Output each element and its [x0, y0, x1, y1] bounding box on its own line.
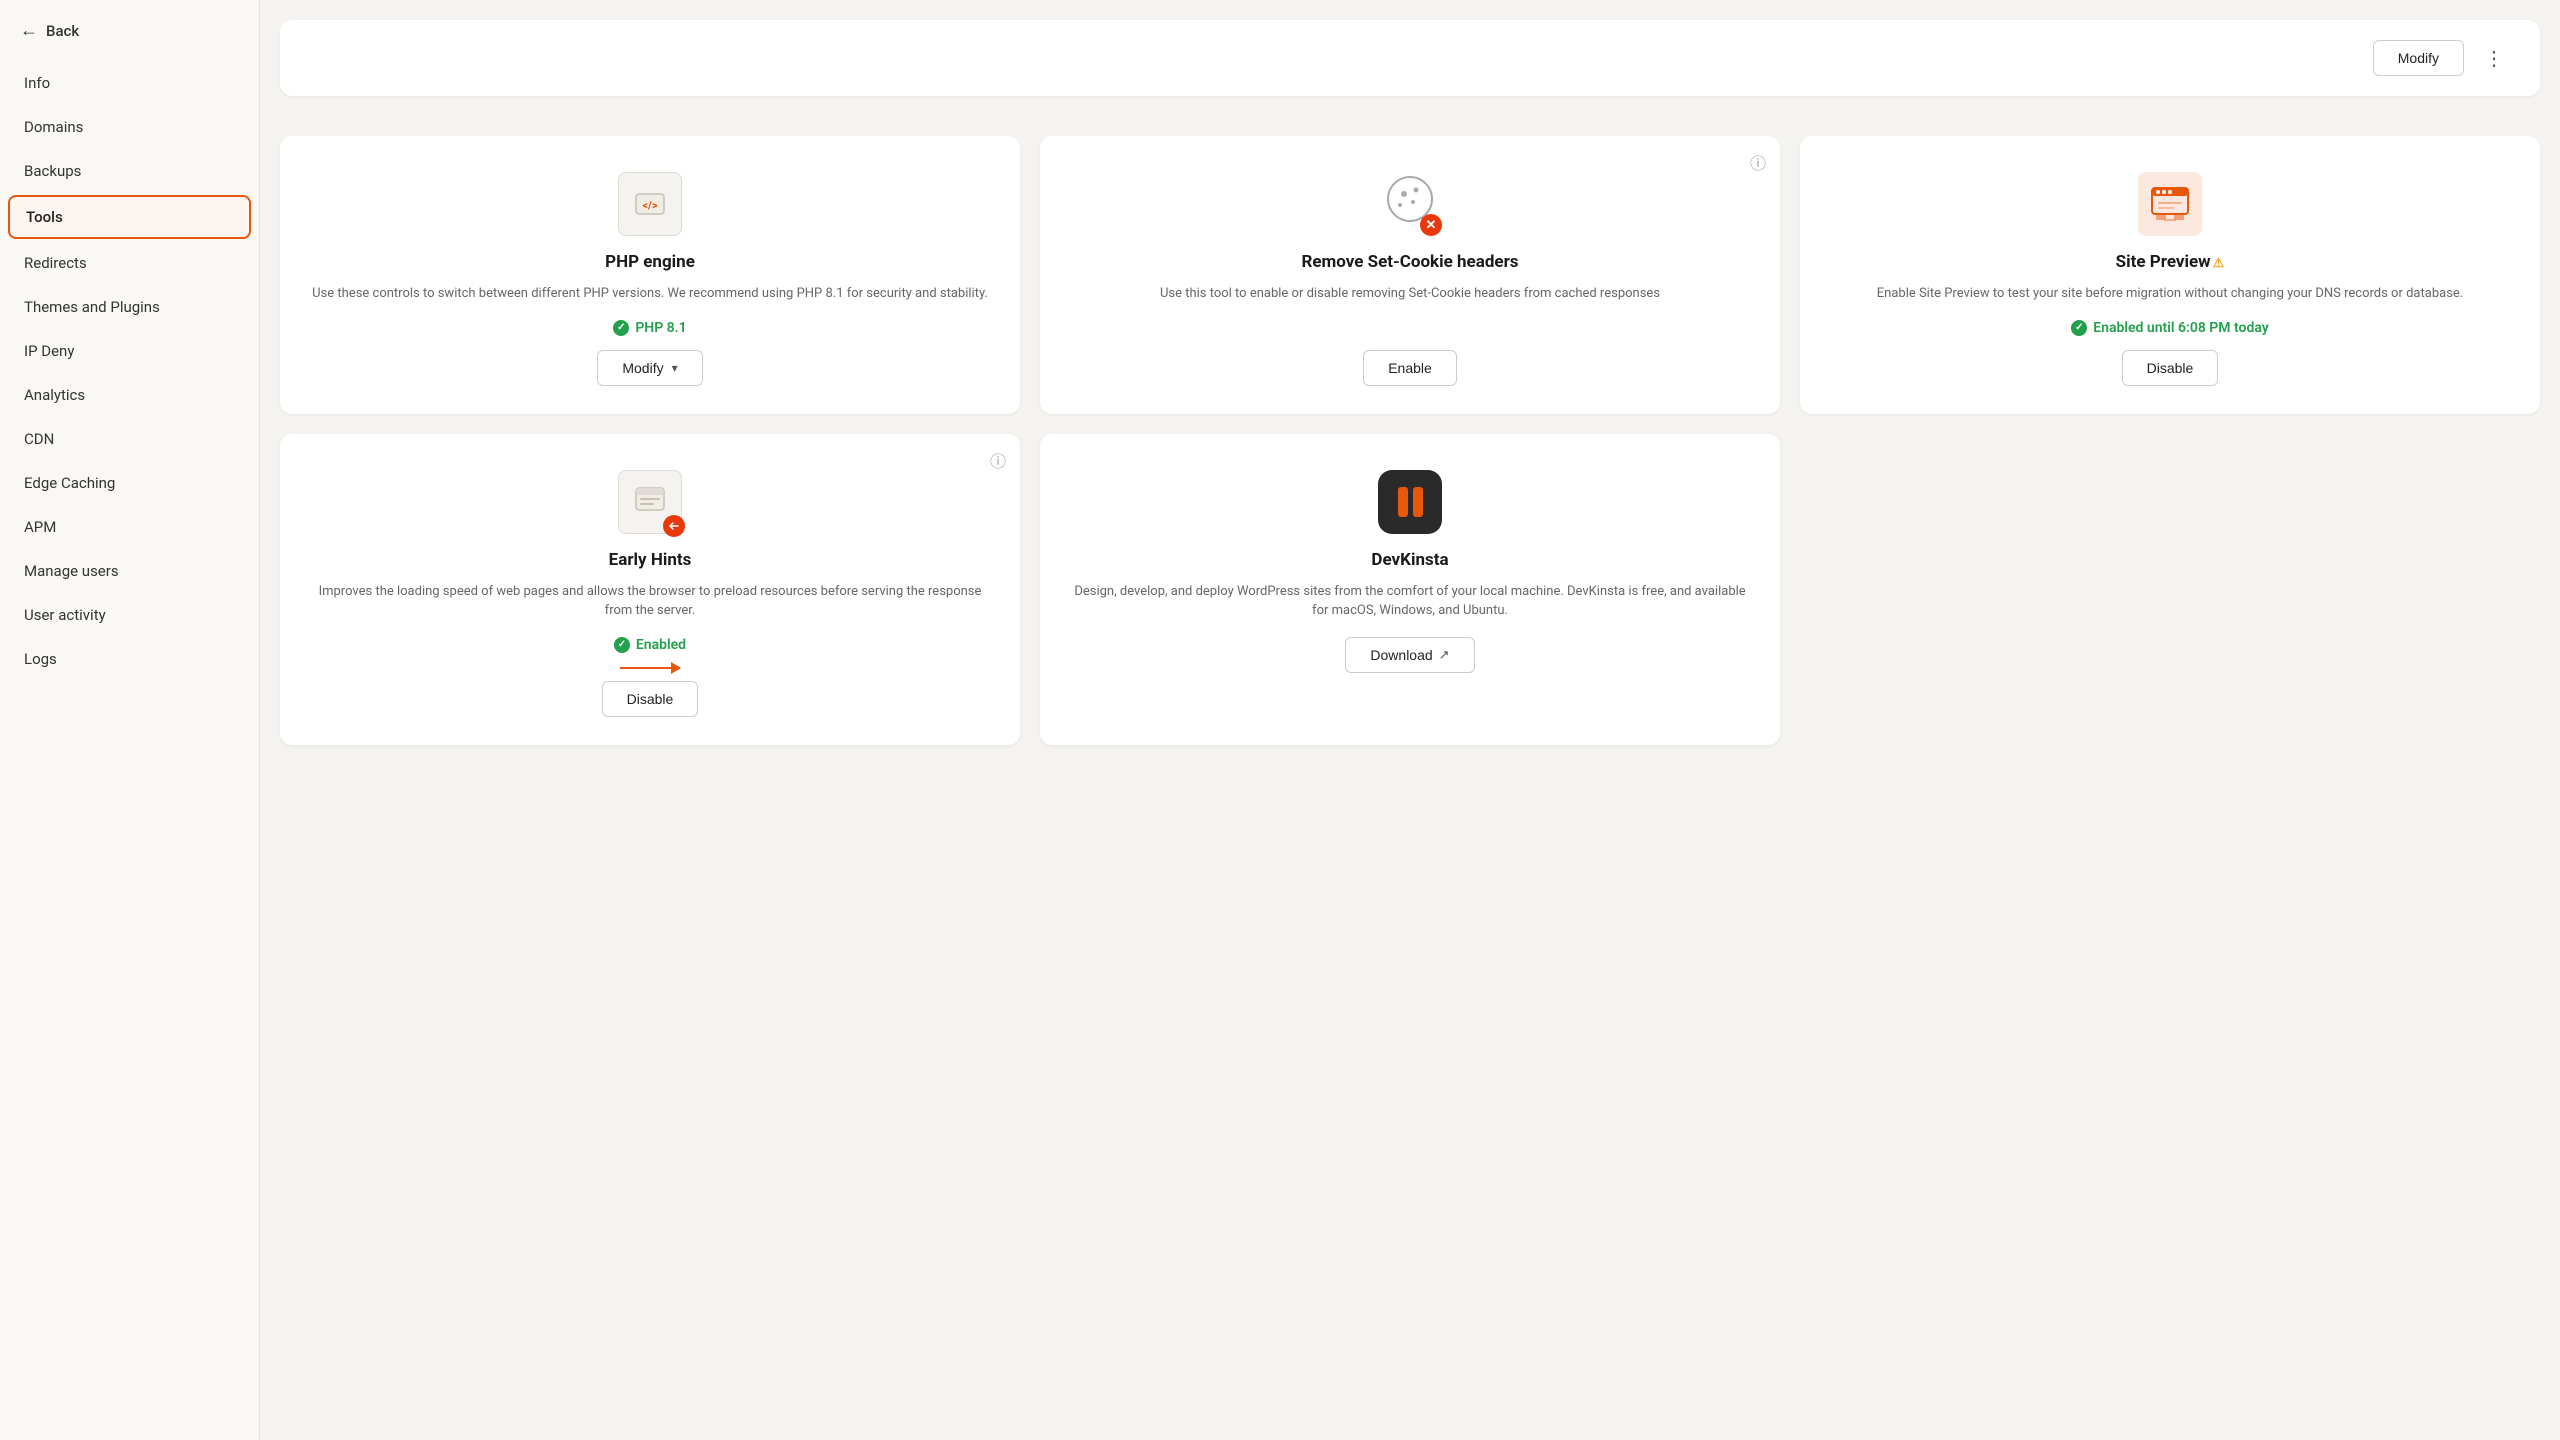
sidebar-item-manage-users[interactable]: Manage users — [0, 549, 259, 593]
sidebar-nav: InfoDomainsBackupsToolsRedirectsThemes a… — [0, 57, 259, 685]
sidebar-item-edge-caching[interactable]: Edge Caching — [0, 461, 259, 505]
top-card: Modify ⋮ — [280, 20, 2540, 96]
cookie-info-icon[interactable]: ⓘ — [1750, 150, 1766, 174]
top-modify-button[interactable]: Modify — [2373, 40, 2464, 76]
site-preview-desc: Enable Site Preview to test your site be… — [1877, 284, 2463, 304]
devkinsta-desc: Design, develop, and deploy WordPress si… — [1068, 582, 1752, 621]
php-status-dot — [613, 320, 629, 336]
sidebar-item-user-activity[interactable]: User activity — [0, 593, 259, 637]
main-content: Modify ⋮ </> PHP engine Use these contro… — [260, 0, 2560, 1440]
cards-grid: </> PHP engine Use these controls to swi… — [260, 116, 2560, 765]
arrow-line — [620, 667, 680, 669]
php-modify-button[interactable]: Modify ▾ — [597, 350, 702, 386]
devkinsta-icon — [1378, 470, 1442, 534]
sidebar-item-info[interactable]: Info — [0, 61, 259, 105]
cookie-icon-wrap: ✕ — [1378, 172, 1442, 236]
sidebar-item-tools[interactable]: Tools — [8, 195, 251, 239]
php-engine-title: PHP engine — [605, 252, 695, 272]
php-engine-icon: </> — [618, 172, 682, 236]
early-hints-red-icon — [663, 515, 685, 537]
php-engine-desc: Use these controls to switch between dif… — [312, 284, 988, 304]
site-preview-icon — [2138, 172, 2202, 236]
site-preview-status-dot — [2071, 320, 2087, 336]
early-hints-icon — [618, 470, 682, 534]
arrow-indicator — [620, 667, 680, 669]
sidebar-item-redirects[interactable]: Redirects — [0, 241, 259, 285]
early-hints-status-text: Enabled — [636, 637, 686, 653]
sidebar-item-ip-deny[interactable]: IP Deny — [0, 329, 259, 373]
early-hints-info-icon[interactable]: ⓘ — [990, 448, 1006, 472]
early-hints-status: Enabled — [614, 637, 686, 653]
early-hints-status-dot — [614, 637, 630, 653]
devkinsta-title: DevKinsta — [1371, 550, 1448, 570]
cookie-title: Remove Set-Cookie headers — [1301, 252, 1518, 272]
devkinsta-bar-right — [1413, 487, 1423, 517]
early-hints-desc: Improves the loading speed of web pages … — [308, 582, 992, 621]
site-preview-disable-button[interactable]: Disable — [2122, 350, 2219, 386]
site-preview-status: Enabled until 6:08 PM today — [2071, 320, 2268, 336]
site-preview-title: Site Preview⚠ — [2116, 252, 2225, 272]
back-label: Back — [46, 22, 79, 40]
php-chevron-icon: ▾ — [672, 361, 678, 375]
early-hints-disable-button[interactable]: Disable — [602, 681, 699, 717]
devkinsta-card: DevKinsta Design, develop, and deploy Wo… — [1040, 434, 1780, 745]
php-modify-label: Modify — [622, 360, 663, 376]
early-hints-title: Early Hints — [609, 550, 692, 570]
early-hints-card: ⓘ Early Hints Impro — [280, 434, 1020, 745]
cookie-card: ⓘ ✕ Remove Set-Cookie headers Use this t… — [1040, 136, 1780, 414]
php-engine-status: PHP 8.1 — [613, 320, 686, 336]
sidebar-item-domains[interactable]: Domains — [0, 105, 259, 149]
cookie-x-icon: ✕ — [1420, 214, 1442, 236]
cookie-desc: Use this tool to enable or disable remov… — [1160, 284, 1660, 304]
back-arrow-icon: ← — [20, 20, 38, 41]
external-link-icon: ↗ — [1439, 647, 1450, 663]
site-preview-card: Site Preview⚠ Enable Site Preview to tes… — [1800, 136, 2540, 414]
devkinsta-bar-left — [1398, 487, 1408, 517]
sidebar-item-apm[interactable]: APM — [0, 505, 259, 549]
more-options-button[interactable]: ⋮ — [2476, 42, 2512, 74]
devkinsta-download-label: Download — [1370, 647, 1432, 663]
top-card-actions: Modify ⋮ — [2373, 40, 2512, 76]
back-button[interactable]: ← Back — [0, 0, 259, 57]
sidebar-item-cdn[interactable]: CDN — [0, 417, 259, 461]
sidebar-item-analytics[interactable]: Analytics — [0, 373, 259, 417]
cookie-enable-button[interactable]: Enable — [1363, 350, 1457, 386]
site-preview-status-text: Enabled until 6:08 PM today — [2093, 320, 2268, 336]
php-engine-card: </> PHP engine Use these controls to swi… — [280, 136, 1020, 414]
early-hints-icon-wrap — [618, 470, 682, 534]
sidebar-item-themes-plugins[interactable]: Themes and Plugins — [0, 285, 259, 329]
site-preview-warning-icon: ⚠ — [2213, 256, 2225, 271]
sidebar-item-backups[interactable]: Backups — [0, 149, 259, 193]
devkinsta-download-button[interactable]: Download ↗ — [1345, 637, 1474, 673]
sidebar-item-logs[interactable]: Logs — [0, 637, 259, 681]
devkinsta-icon-wrap — [1378, 470, 1442, 534]
php-status-text: PHP 8.1 — [635, 320, 686, 336]
sidebar: ← Back InfoDomainsBackupsToolsRedirectsT… — [0, 0, 260, 1440]
svg-text:</>: </> — [642, 199, 658, 212]
